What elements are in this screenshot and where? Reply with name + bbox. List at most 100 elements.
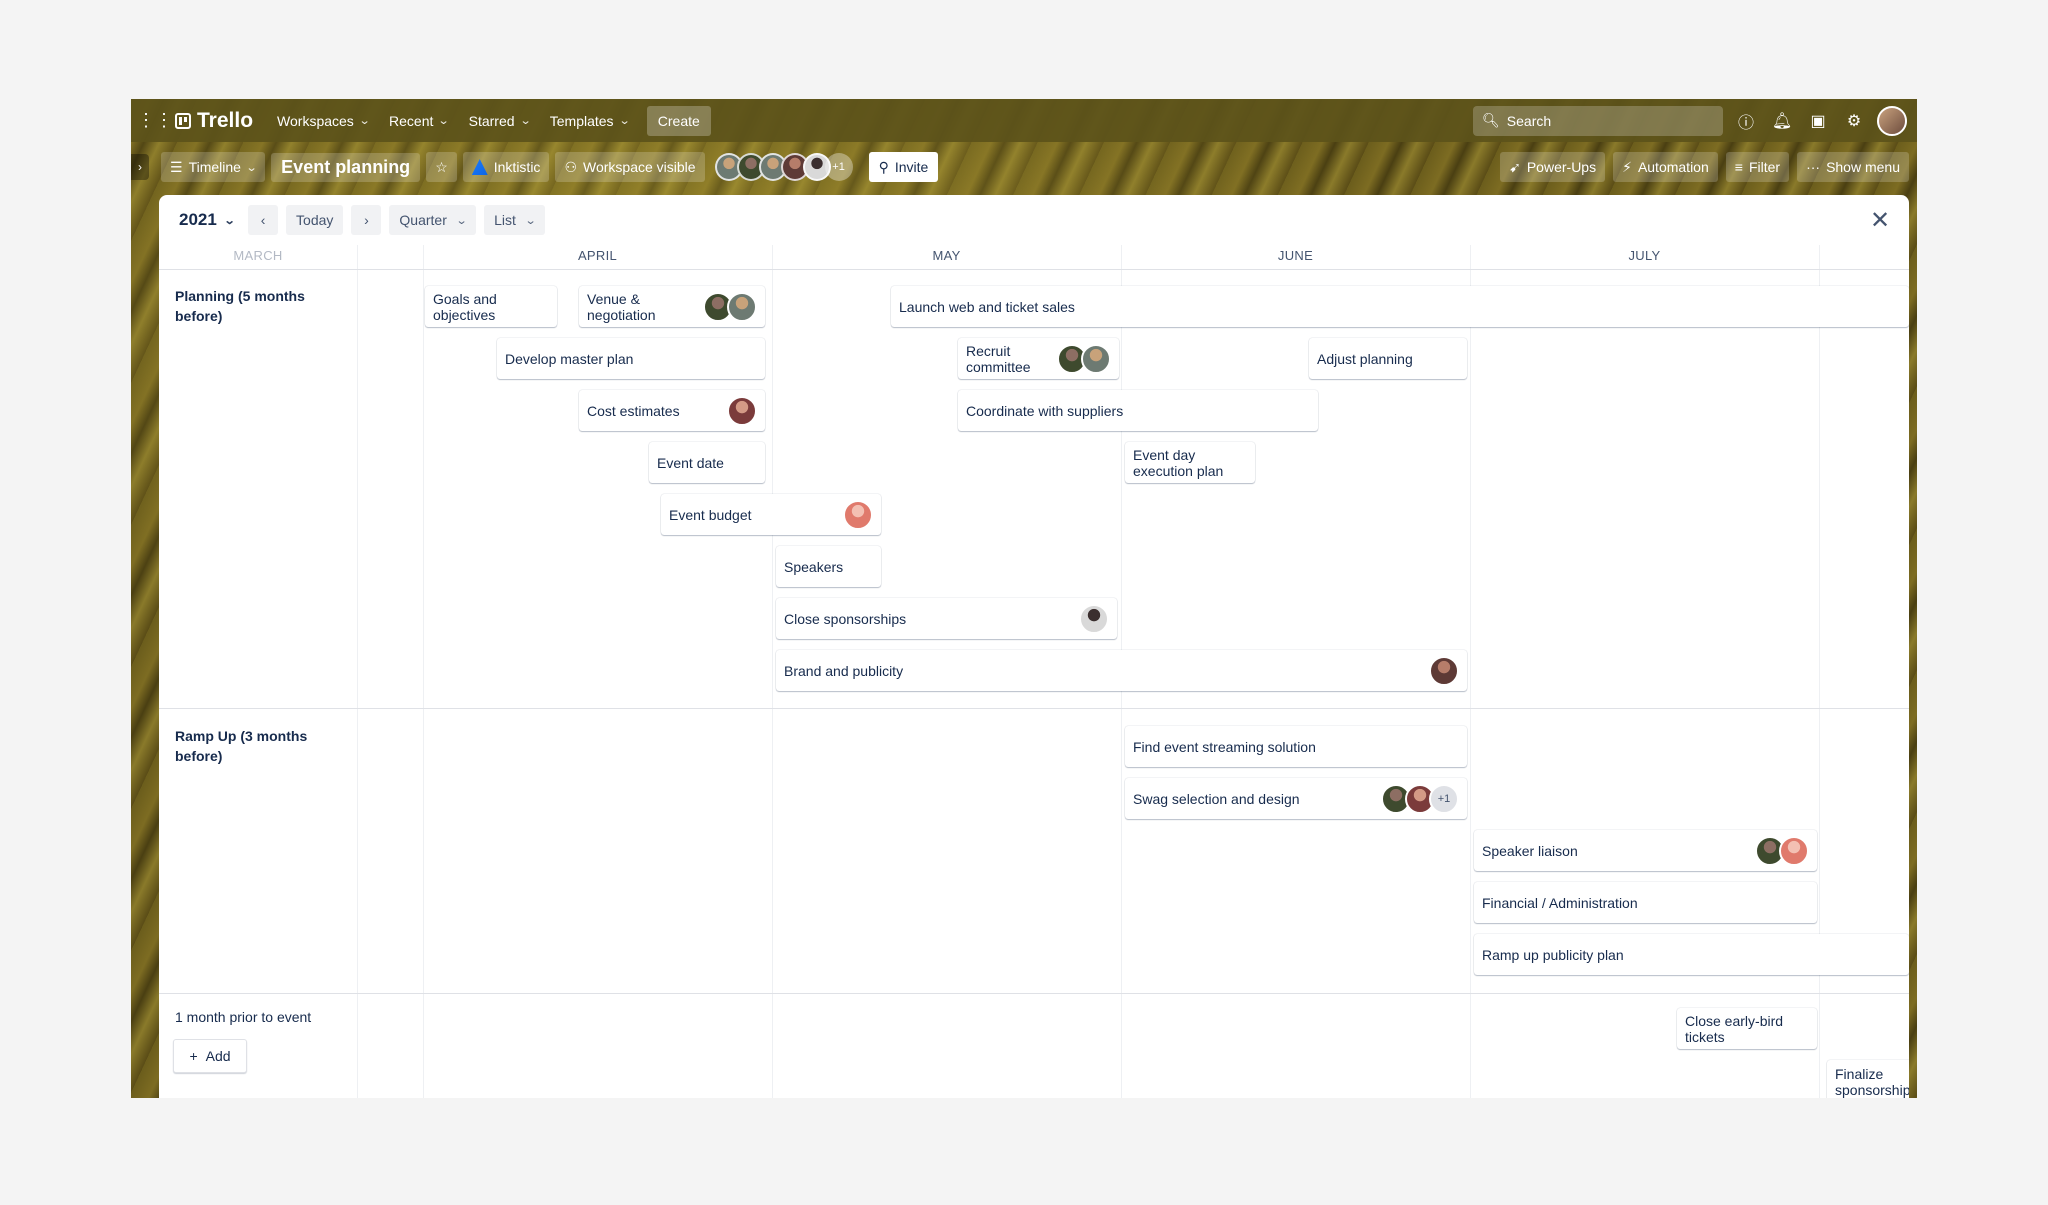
workspace-button[interactable]: Inktistic xyxy=(462,152,550,182)
menu-starred[interactable]: Starred ⌄ xyxy=(459,107,540,135)
board-members[interactable]: +1 xyxy=(714,153,853,181)
card-members xyxy=(1057,343,1111,374)
group-by-label: List xyxy=(494,212,516,228)
app-switcher-icon[interactable]: ⋮⋮ xyxy=(137,107,173,135)
menu-starred-label: Starred xyxy=(468,112,515,129)
card-title: Close early-bird tickets xyxy=(1685,1012,1784,1045)
year-selector[interactable]: 2021 ⌄ xyxy=(173,210,240,230)
filter-label: Filter xyxy=(1748,159,1781,175)
board-title[interactable]: Event planning xyxy=(271,152,421,182)
invite-button[interactable]: ⚲ Invite xyxy=(868,152,939,182)
group-planning: Planning (5 months before) xyxy=(175,288,305,324)
menu-workspaces-label: Workspaces xyxy=(277,112,354,129)
bell-icon[interactable]: 🔔︎ xyxy=(1769,108,1795,134)
menu-workspaces[interactable]: Workspaces ⌄ xyxy=(267,107,379,135)
info-icon[interactable]: ⓘ xyxy=(1733,108,1759,134)
add-button[interactable]: + Add xyxy=(173,1039,247,1073)
timeline-card[interactable]: Speakers xyxy=(776,546,881,587)
timeline-card[interactable]: Close early-bird tickets xyxy=(1677,1008,1817,1049)
month-header: MARCH APRIL MAY JUNE JULY xyxy=(159,245,1909,270)
member-avatar[interactable] xyxy=(1081,343,1111,374)
timeline-panel: 2021 ⌄ ‹ Today › Quarter ⌄ List ⌄ ✕ MARC… xyxy=(159,195,1909,1098)
trello-logo[interactable]: Trello xyxy=(175,109,253,133)
month-june: JUNE xyxy=(1277,248,1314,263)
show-menu-button[interactable]: ··· Show menu xyxy=(1797,152,1909,182)
card-title: Brand and publicity xyxy=(784,662,904,679)
atlassian-switch-icon[interactable]: ▣ xyxy=(1805,108,1831,134)
timeline-card[interactable]: Brand and publicity xyxy=(776,650,1467,691)
member-avatar[interactable] xyxy=(1429,655,1459,686)
star-button[interactable]: ☆ xyxy=(426,152,457,182)
timeline-card[interactable]: Develop master plan xyxy=(497,338,765,379)
account-avatar[interactable] xyxy=(1877,105,1907,136)
card-title: Goals and objectives xyxy=(433,290,497,323)
board-actions: ➹ Power-Ups ⚡︎ Automation ≡ Filter ··· Show … xyxy=(1500,152,1909,182)
view-switcher[interactable]: ☰ Timeline ⌄ xyxy=(161,152,266,182)
member-avatar[interactable] xyxy=(727,291,757,322)
card-members: +1 xyxy=(1381,783,1459,814)
lightning-icon: ⚡︎ xyxy=(1622,158,1632,175)
member-avatar[interactable] xyxy=(727,395,757,426)
more-members-chip[interactable]: +1 xyxy=(824,153,853,181)
member-avatar[interactable] xyxy=(843,499,873,530)
timeline-card[interactable]: Coordinate with suppliers xyxy=(958,390,1318,431)
timeline-card[interactable]: Speaker liaison xyxy=(1474,830,1817,871)
timeline-card[interactable]: Finalize sponsorship xyxy=(1827,1060,1909,1098)
expand-sidebar-icon[interactable]: › xyxy=(131,154,149,180)
chevron-down-icon: ⌄ xyxy=(519,115,532,127)
menu-recent[interactable]: Recent ⌄ xyxy=(379,107,459,135)
group-by-selector[interactable]: List ⌄ xyxy=(484,205,546,235)
timeline-card[interactable]: Swag selection and design +1 xyxy=(1125,778,1467,819)
card-members xyxy=(1755,835,1809,866)
visibility-label: Workspace visible xyxy=(583,159,696,175)
timeline-card[interactable]: Event budget xyxy=(661,494,881,535)
timeline-card[interactable]: Launch web and ticket sales xyxy=(891,286,1909,327)
timeline-card[interactable]: Event date xyxy=(649,442,765,483)
add-label: Add xyxy=(205,1048,231,1064)
menu-templates[interactable]: Templates ⌄ xyxy=(540,107,639,135)
timeline-card[interactable]: Recruit committee xyxy=(958,338,1119,379)
rocket-icon: ➹ xyxy=(1509,158,1521,175)
timeline-card[interactable]: Financial / Administration xyxy=(1474,882,1817,923)
grid-line xyxy=(772,245,773,1098)
trello-app: ⋮⋮ Trello Workspaces ⌄ Recent ⌄ Starred ⌄ T… xyxy=(131,99,1917,1098)
visibility-button[interactable]: ⚇ Workspace visible xyxy=(555,152,705,182)
timeline-card[interactable]: Cost estimates xyxy=(579,390,765,431)
powerups-button[interactable]: ➹ Power-Ups xyxy=(1500,152,1606,182)
today-button[interactable]: Today xyxy=(286,205,344,235)
chevron-down-icon: ⌄ xyxy=(455,214,468,227)
card-title: Event budget xyxy=(669,506,752,523)
people-icon: ⚇ xyxy=(564,158,577,175)
more-members-chip[interactable]: +1 xyxy=(1429,783,1459,814)
range-selector[interactable]: Quarter ⌄ xyxy=(389,205,477,235)
card-title: Financial / Administration xyxy=(1482,894,1638,911)
next-button[interactable]: › xyxy=(351,205,382,235)
card-title: Speaker liaison xyxy=(1482,842,1578,859)
create-button[interactable]: Create xyxy=(646,105,711,136)
timeline-card[interactable]: Goals and objectives xyxy=(425,286,557,327)
board-header: › ☰ Timeline ⌄ Event planning ☆ Inktisti… xyxy=(131,142,1917,192)
month-april: APRIL xyxy=(577,248,618,263)
chevron-down-icon: ⌄ xyxy=(438,115,450,127)
timeline-card[interactable]: Ramp up publicity plan xyxy=(1474,934,1909,975)
member-avatar[interactable] xyxy=(1079,603,1109,634)
timeline-card[interactable]: Event day execution plan xyxy=(1125,442,1255,483)
previous-button[interactable]: ‹ xyxy=(248,205,279,235)
timeline-card[interactable]: Venue & negotiation xyxy=(579,286,765,327)
member-avatar[interactable] xyxy=(1779,835,1809,866)
timeline-card[interactable]: Adjust planning xyxy=(1309,338,1467,379)
automation-label: Automation xyxy=(1637,159,1709,175)
timeline-card[interactable]: Find event streaming solution xyxy=(1125,726,1467,767)
timeline-card[interactable]: Close sponsorships xyxy=(776,598,1117,639)
close-icon[interactable]: ✕ xyxy=(1865,206,1895,235)
timeline-icon: ☰ xyxy=(170,158,183,175)
search-input[interactable]: 🔍︎ Search xyxy=(1473,105,1723,136)
filter-button[interactable]: ≡ Filter xyxy=(1725,152,1790,182)
nav-right: 🔍︎ Search ⓘ 🔔︎ ▣ ⚙ xyxy=(1473,105,1907,136)
gear-icon[interactable]: ⚙ xyxy=(1841,108,1867,134)
automation-button[interactable]: ⚡︎ Automation xyxy=(1613,152,1718,182)
card-title: Recruit committee xyxy=(966,342,1031,375)
search-icon: 🔍︎ xyxy=(1482,112,1500,128)
add-person-icon: ⚲ xyxy=(878,158,889,175)
chevron-down-icon: ⌄ xyxy=(245,161,258,174)
